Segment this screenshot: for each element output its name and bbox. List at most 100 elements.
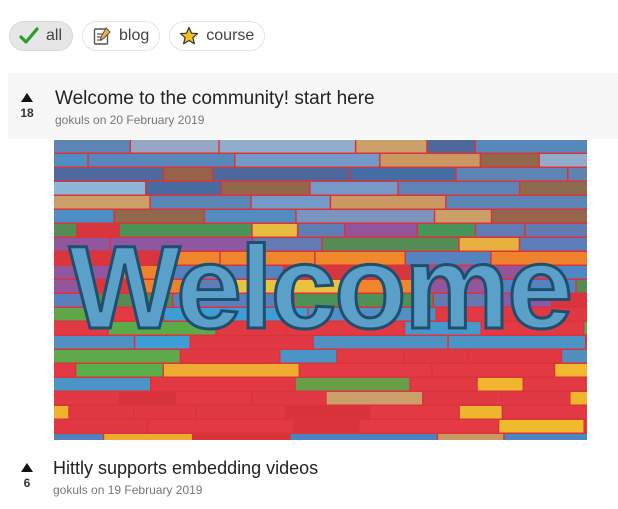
wall-plank xyxy=(499,420,584,433)
wall-plank xyxy=(398,182,520,195)
wall-plank xyxy=(423,392,502,405)
upvote-icon[interactable] xyxy=(21,93,33,102)
vote-count: 18 xyxy=(20,106,34,120)
wall-plank xyxy=(251,196,330,209)
wall-plank xyxy=(54,406,69,419)
check-icon xyxy=(18,25,40,47)
notepad-icon xyxy=(91,25,113,47)
wall-plank xyxy=(54,434,103,440)
wall-plank xyxy=(481,154,539,167)
wall-plank xyxy=(219,140,355,153)
wall-plank xyxy=(300,364,432,377)
wall-plank xyxy=(476,140,587,153)
filter-all-label: all xyxy=(46,27,63,44)
wall-plank xyxy=(54,196,150,209)
post-date: 20 February 2019 xyxy=(109,113,205,127)
wall-plank xyxy=(193,434,290,440)
wall-plank xyxy=(148,420,293,433)
wall-plank xyxy=(131,140,219,153)
wall-plank xyxy=(294,420,359,433)
wall-plank xyxy=(213,168,349,181)
wall-plank xyxy=(503,406,587,419)
vote-count: 6 xyxy=(23,476,31,490)
post-author[interactable]: gokuls xyxy=(53,483,88,497)
wall-plank xyxy=(555,364,587,377)
welcome-wall-image: Welcome xyxy=(54,140,587,440)
post-date-prefix: on xyxy=(91,483,105,497)
wall-plank xyxy=(134,406,196,419)
wall-plank xyxy=(432,364,554,377)
wall-plank xyxy=(54,182,146,195)
wall-plank xyxy=(456,168,567,181)
wall-plank xyxy=(539,154,587,167)
upvote-icon[interactable] xyxy=(21,463,33,472)
wall-plank xyxy=(54,378,150,391)
filter-blog-label: blog xyxy=(119,27,150,44)
post-date: 19 February 2019 xyxy=(107,483,203,497)
post-author[interactable]: gokuls xyxy=(55,113,90,127)
post-title[interactable]: Hittly supports embedding videos xyxy=(53,458,318,479)
wall-plank xyxy=(151,378,295,391)
hero-welcome-text: Welcome xyxy=(69,222,571,354)
wall-plank xyxy=(520,182,587,195)
wall-plank xyxy=(427,140,475,153)
wall-plank xyxy=(222,182,310,195)
filter-blog-button[interactable]: blog xyxy=(82,21,161,51)
star-icon xyxy=(178,25,200,47)
wall-plank xyxy=(492,210,587,223)
wall-plank xyxy=(477,378,523,391)
post-meta: gokuls on 20 February 2019 xyxy=(55,113,204,127)
wall-plank xyxy=(438,434,504,440)
wall-plank xyxy=(69,406,133,419)
wall-plank xyxy=(54,420,147,433)
filter-all-button[interactable]: all xyxy=(9,21,74,51)
wall-plank xyxy=(410,378,477,391)
wall-plank xyxy=(163,364,299,377)
wall-plank xyxy=(584,420,587,433)
wall-plank xyxy=(584,322,587,335)
wall-plank xyxy=(576,280,587,293)
vote-widget: 6 xyxy=(12,463,42,490)
wall-plank xyxy=(568,168,587,181)
filter-course-button[interactable]: course xyxy=(169,21,266,51)
wall-plank xyxy=(586,336,587,349)
post-title[interactable]: Welcome to the community! start here xyxy=(55,88,375,110)
wall-plank xyxy=(104,434,192,440)
wall-plank xyxy=(54,392,119,405)
post-meta: gokuls on 19 February 2019 xyxy=(53,483,202,497)
wall-plank xyxy=(290,434,437,440)
wall-plank xyxy=(54,140,130,153)
wall-plank xyxy=(252,392,326,405)
wall-plank xyxy=(296,210,434,223)
wall-plank xyxy=(235,154,380,167)
wall-plank xyxy=(370,406,459,419)
wall-plank xyxy=(54,364,75,377)
wall-plank xyxy=(115,210,204,223)
wall-plank xyxy=(146,182,221,195)
wall-plank xyxy=(54,168,163,181)
wall-plank xyxy=(435,210,491,223)
wall-plank xyxy=(164,168,212,181)
wall-plank xyxy=(150,196,251,209)
wall-plank xyxy=(524,378,587,391)
wall-plank xyxy=(502,392,569,405)
wall-plank xyxy=(176,392,251,405)
wall-plank xyxy=(196,406,286,419)
vote-widget: 18 xyxy=(12,93,42,120)
wall-plank xyxy=(76,364,163,377)
wall-plank xyxy=(359,420,498,433)
post-cover-image[interactable]: Welcome xyxy=(54,140,587,440)
wall-plank xyxy=(286,406,369,419)
wall-plank xyxy=(205,210,296,223)
wall-plank xyxy=(120,392,175,405)
wall-plank xyxy=(54,154,88,167)
wall-plank xyxy=(350,168,456,181)
wall-plank xyxy=(88,154,234,167)
wall-plank xyxy=(459,406,502,419)
post-date-prefix: on xyxy=(93,113,107,127)
wall-plank xyxy=(54,210,114,223)
wall-plank xyxy=(356,140,427,153)
wall-plank xyxy=(504,434,587,440)
wall-plank xyxy=(446,196,587,209)
filter-bar: all blog course xyxy=(9,21,266,51)
